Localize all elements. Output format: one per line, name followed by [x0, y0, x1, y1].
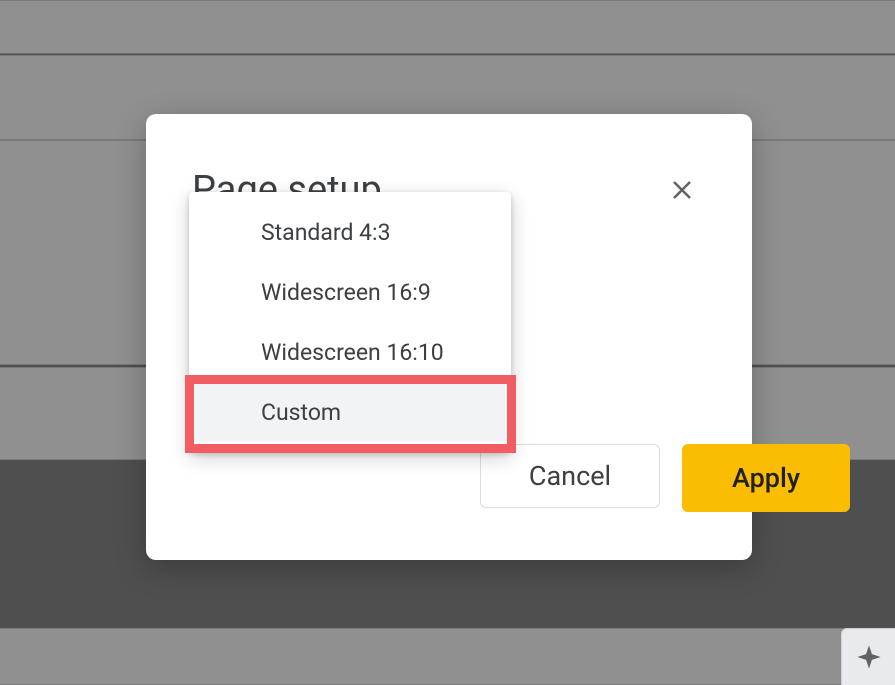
cancel-button-label: Cancel: [529, 460, 611, 492]
option-label: Custom: [261, 399, 341, 426]
page-size-option-standard-4-3[interactable]: Standard 4:3: [189, 202, 511, 262]
option-label: Widescreen 16:10: [261, 339, 444, 366]
page-size-dropdown: Standard 4:3 Widescreen 16:9 Widescreen …: [189, 192, 511, 452]
option-label: Standard 4:3: [261, 219, 391, 246]
close-icon: [670, 178, 694, 202]
cancel-button[interactable]: Cancel: [480, 444, 660, 508]
page-size-option-custom[interactable]: Custom: [189, 382, 511, 442]
sparkle-icon: [855, 643, 883, 671]
close-button[interactable]: [666, 174, 698, 206]
apply-button[interactable]: Apply: [682, 444, 850, 512]
option-label: Widescreen 16:9: [261, 279, 431, 306]
help-sparkle-button[interactable]: [841, 628, 895, 685]
page-size-option-widescreen-16-9[interactable]: Widescreen 16:9: [189, 262, 511, 322]
apply-button-label: Apply: [732, 462, 800, 494]
page-size-option-widescreen-16-10[interactable]: Widescreen 16:10: [189, 322, 511, 382]
